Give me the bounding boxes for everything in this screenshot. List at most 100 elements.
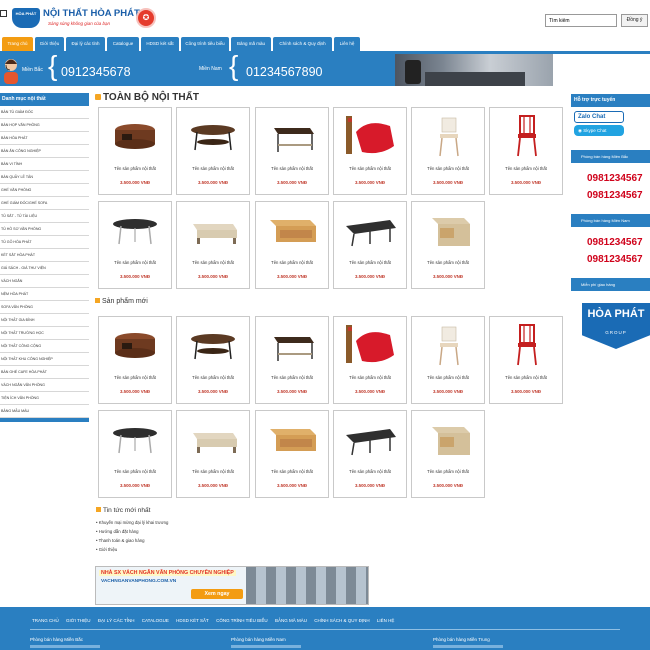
search-input[interactable] <box>545 14 617 27</box>
product-image[interactable] <box>105 415 165 461</box>
category-item[interactable]: GHẾ GIÁM ĐỐC/GHẾ SOFA <box>0 197 89 210</box>
category-item[interactable]: VÁCH NGĂN VĂN PHÒNG <box>0 379 89 392</box>
footer-link[interactable]: HDSD KÉT SẮT <box>176 618 209 623</box>
category-item[interactable]: BẢNG MẪU MÀU <box>0 405 89 418</box>
product-image[interactable] <box>496 321 556 367</box>
news-item[interactable]: • Giới thiệu <box>96 545 168 554</box>
product-name[interactable]: Tên sản phẩm nội thất <box>334 375 406 380</box>
category-item[interactable]: NỆM HÒA PHÁT <box>0 288 89 301</box>
product-card[interactable]: Tên sản phẩm nội thất 3.500.000 VNĐ <box>411 316 485 404</box>
product-card[interactable]: Tên sản phẩm nội thất 3.500.000 VNĐ <box>333 107 407 195</box>
site-logo[interactable]: HÒA PHÁT NỘI THẤT HÒA PHÁT Sáng sủng khô… <box>12 6 156 32</box>
product-image[interactable] <box>340 206 400 252</box>
skype-chat-button[interactable]: ◉ Skype Chat <box>574 125 624 136</box>
category-item[interactable]: BÀN HỌP VĂN PHÒNG <box>0 119 89 132</box>
product-image[interactable] <box>496 112 556 158</box>
product-card[interactable]: Tên sản phẩm nội thất 3.500.000 VNĐ <box>489 316 563 404</box>
product-name[interactable]: Tên sản phẩm nội thất <box>256 469 328 474</box>
south-sales-phone-1[interactable]: 0981234567 <box>587 237 643 248</box>
product-card[interactable]: Tên sản phẩm nội thất 3.500.000 VNĐ <box>489 107 563 195</box>
category-item[interactable]: NỘI THẤT KHU CÔNG NGHIỆP <box>0 353 89 366</box>
product-name[interactable]: Tên sản phẩm nội thất <box>99 260 171 265</box>
partition-ad-banner[interactable]: NHÀ SX VÁCH NGĂN VĂN PHÒNG CHUYÊN NGHIỆP… <box>95 566 369 605</box>
category-item[interactable]: GIÁ SÁCH - GIÁ THƯ VIỆN <box>0 262 89 275</box>
category-item[interactable]: TỦ GỖ HÒA PHÁT <box>0 236 89 249</box>
product-image[interactable] <box>183 112 243 158</box>
product-name[interactable]: Tên sản phẩm nội thất <box>490 166 562 171</box>
nav-item-agents[interactable]: Đại lý các tỉnh <box>66 37 105 51</box>
product-card[interactable]: Tên sản phẩm nội thất 3.500.000 VNĐ <box>333 410 407 498</box>
product-card[interactable]: Tên sản phẩm nội thất 3.500.000 VNĐ <box>98 201 172 289</box>
footer-link[interactable]: LIÊN HỆ <box>377 618 395 623</box>
product-name[interactable]: Tên sản phẩm nội thất <box>412 166 484 171</box>
product-image[interactable] <box>418 112 478 158</box>
north-sales-phone-2[interactable]: 0981234567 <box>587 190 643 201</box>
nav-item-colors[interactable]: Bảng mã màu <box>231 37 271 51</box>
category-item[interactable]: BÀN VI TÍNH <box>0 158 89 171</box>
product-card[interactable]: Tên sản phẩm nội thất 3.500.000 VNĐ <box>98 316 172 404</box>
footer-link[interactable]: CHÍNH SÁCH & QUY ĐỊNH <box>314 618 369 623</box>
product-image[interactable] <box>418 206 478 252</box>
north-hotline-number[interactable]: 0912345678 <box>61 65 131 79</box>
category-item[interactable]: BÀN TỦ GIÁM ĐỐC <box>0 106 89 119</box>
product-image[interactable] <box>105 206 165 252</box>
footer-link[interactable]: GIỚI THIỆU <box>66 618 91 623</box>
category-item[interactable]: SOFA VĂN PHÒNG <box>0 301 89 314</box>
footer-link[interactable]: CATALOGUE <box>142 618 169 623</box>
nav-item-projects[interactable]: Công trình tiêu biểu <box>181 37 229 51</box>
product-name[interactable]: Tên sản phẩm nội thất <box>412 260 484 265</box>
product-name[interactable]: Tên sản phẩm nội thất <box>334 260 406 265</box>
footer-link[interactable]: BẢNG MÃ MÀU <box>275 618 307 623</box>
product-name[interactable]: Tên sản phẩm nội thất <box>177 166 249 171</box>
product-card[interactable]: Tên sản phẩm nội thất 3.500.000 VNĐ <box>176 316 250 404</box>
category-item[interactable]: TỦ SẮT - TỦ TÀI LIỆU <box>0 210 89 223</box>
product-image[interactable] <box>183 206 243 252</box>
category-item[interactable]: NỘI THẤT CÔNG CỘNG <box>0 340 89 353</box>
category-item[interactable]: BÀN GHẾ CAFE HÒA PHÁT <box>0 366 89 379</box>
search-button[interactable]: Đồng ý <box>621 14 648 27</box>
category-item[interactable]: BÀN HÒA PHÁT <box>0 132 89 145</box>
product-card[interactable]: Tên sản phẩm nội thất 3.500.000 VNĐ <box>176 107 250 195</box>
product-card[interactable]: Tên sản phẩm nội thất 3.500.000 VNĐ <box>98 107 172 195</box>
footer-link[interactable]: ĐẠI LÝ CÁC TỈNH <box>98 618 135 623</box>
nav-item-safe-guide[interactable]: HDSD két sắt <box>141 37 179 51</box>
product-card[interactable]: Tên sản phẩm nội thất 3.500.000 VNĐ <box>411 201 485 289</box>
category-item[interactable]: GHẾ VĂN PHÒNG <box>0 184 89 197</box>
product-image[interactable] <box>105 321 165 367</box>
south-hotline-number[interactable]: 01234567890 <box>246 65 322 79</box>
zalo-chat-button[interactable]: Zalo Chat <box>574 111 624 123</box>
category-item[interactable]: BÀN QUẦY LỄ TÂN <box>0 171 89 184</box>
product-name[interactable]: Tên sản phẩm nội thất <box>256 375 328 380</box>
product-card[interactable]: Tên sản phẩm nội thất 3.500.000 VNĐ <box>255 316 329 404</box>
category-item[interactable]: TỦ HỒ SƠ VĂN PHÒNG <box>0 223 89 236</box>
product-name[interactable]: Tên sản phẩm nội thất <box>177 375 249 380</box>
product-name[interactable]: Tên sản phẩm nội thất <box>99 469 171 474</box>
product-image[interactable] <box>262 112 322 158</box>
category-item[interactable]: BÀN ĂN CÔNG NGHIỆP <box>0 145 89 158</box>
north-sales-phone-1[interactable]: 0981234567 <box>587 173 643 184</box>
product-name[interactable]: Tên sản phẩm nội thất <box>334 469 406 474</box>
category-item[interactable]: NỘI THẤT GIA ĐÌNH <box>0 314 89 327</box>
product-card[interactable]: Tên sản phẩm nội thất 3.500.000 VNĐ <box>255 201 329 289</box>
product-card[interactable]: Tên sản phẩm nội thất 3.500.000 VNĐ <box>255 107 329 195</box>
nav-item-policy[interactable]: Chính sách & Quy định <box>273 37 332 51</box>
nav-item-contact[interactable]: Liên hệ <box>334 37 360 51</box>
product-card[interactable]: Tên sản phẩm nội thất 3.500.000 VNĐ <box>255 410 329 498</box>
news-item[interactable]: • Khuyến mại mừng đại lý khai trương <box>96 518 168 527</box>
corner-checkbox[interactable] <box>0 10 7 17</box>
product-image[interactable] <box>340 112 400 158</box>
nav-item-about[interactable]: Giới thiệu <box>35 37 64 51</box>
category-item[interactable]: TIỆN ÍCH VĂN PHÒNG <box>0 392 89 405</box>
category-item[interactable]: NỘI THẤT TRƯỜNG HỌC <box>0 327 89 340</box>
news-item[interactable]: • Thanh toán & giao hàng <box>96 536 168 545</box>
product-card[interactable]: Tên sản phẩm nội thất 3.500.000 VNĐ <box>333 201 407 289</box>
category-item[interactable]: KÉT SẮT HÒA PHÁT <box>0 249 89 262</box>
product-image[interactable] <box>183 321 243 367</box>
footer-link[interactable]: TRANG CHỦ <box>32 618 59 623</box>
product-name[interactable]: Tên sản phẩm nội thất <box>99 375 171 380</box>
product-name[interactable]: Tên sản phẩm nội thất <box>412 469 484 474</box>
news-item[interactable]: • Hướng dẫn đặt hàng <box>96 527 168 536</box>
product-card[interactable]: Tên sản phẩm nội thất 3.500.000 VNĐ <box>176 410 250 498</box>
product-name[interactable]: Tên sản phẩm nội thất <box>177 469 249 474</box>
product-image[interactable] <box>183 415 243 461</box>
